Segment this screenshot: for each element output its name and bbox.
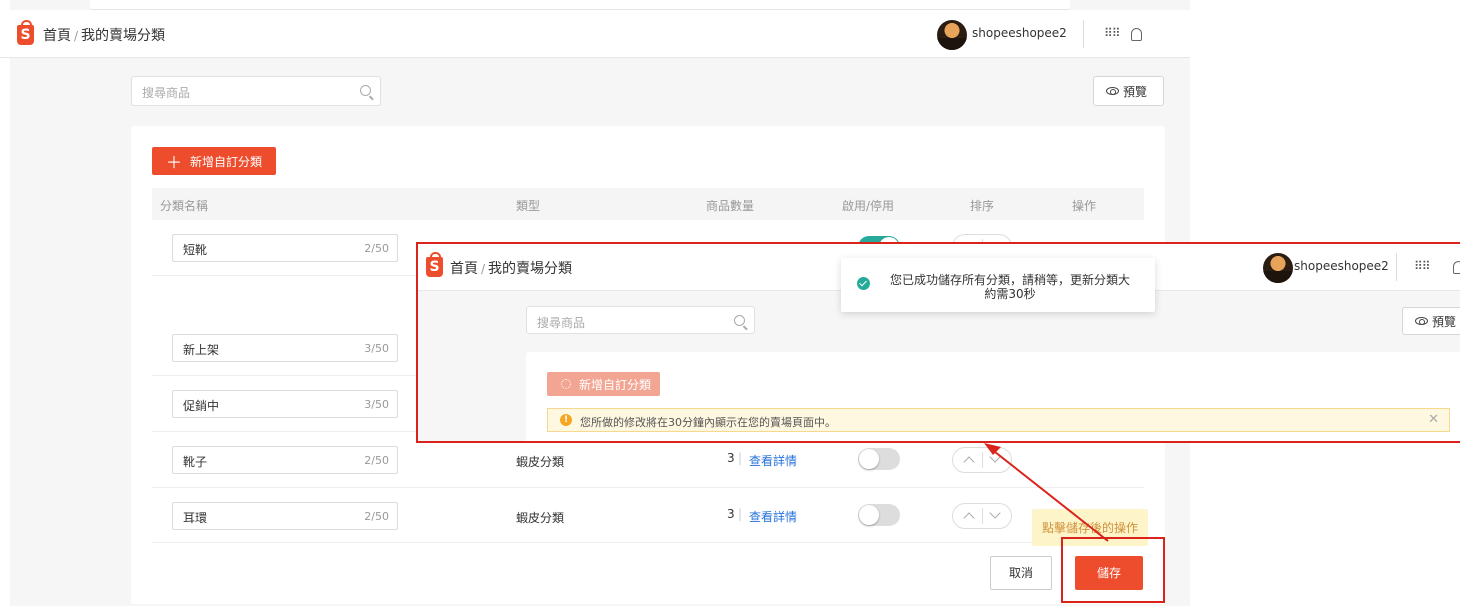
overlay-highlight-box: [416, 242, 1460, 443]
